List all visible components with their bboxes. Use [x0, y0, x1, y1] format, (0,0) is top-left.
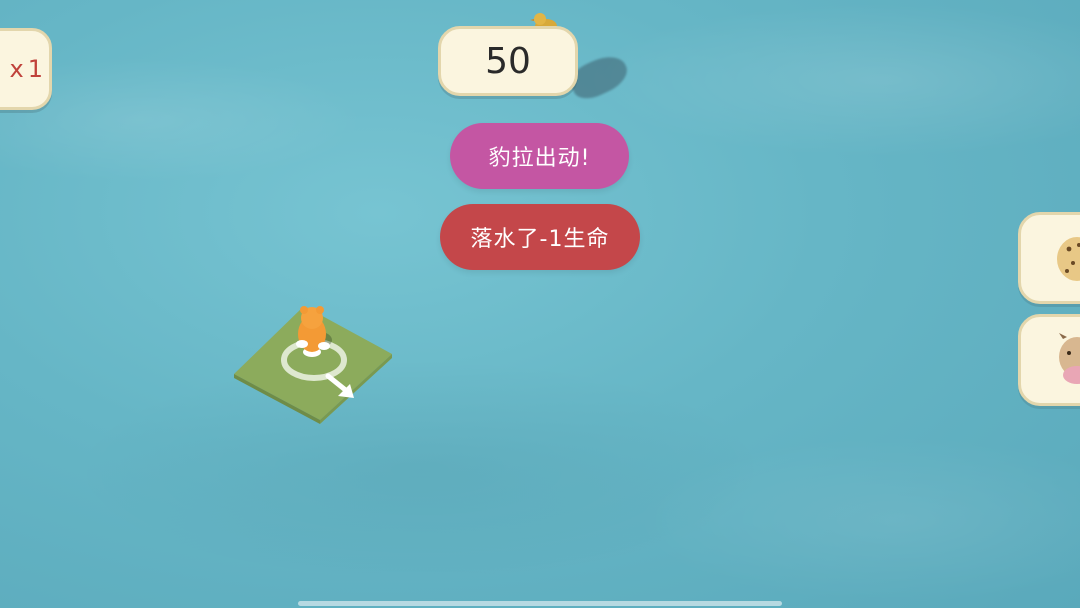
home-indicator[interactable] [298, 601, 782, 606]
leopard-character-card[interactable] [1018, 212, 1080, 304]
dispatch-toast-text: 豹拉出动! [488, 146, 591, 171]
fell-in-water-toast: 落水了-1生命 [440, 204, 640, 270]
lives-multiplier-glyph: x [9, 55, 24, 83]
lives-count: 1 [27, 55, 43, 83]
player-tile-scene [234, 306, 392, 424]
score-value: 50 [485, 40, 531, 82]
cow-icon [1059, 333, 1080, 384]
dispatch-toast: 豹拉出动! [450, 123, 629, 189]
fell-in-water-toast-text: 落水了-1生命 [470, 227, 610, 252]
cow-character-card[interactable] [1018, 314, 1080, 406]
score-counter: 50 [438, 26, 578, 96]
lives-counter: x 1 [0, 28, 52, 110]
leopard-icon [1057, 237, 1080, 281]
